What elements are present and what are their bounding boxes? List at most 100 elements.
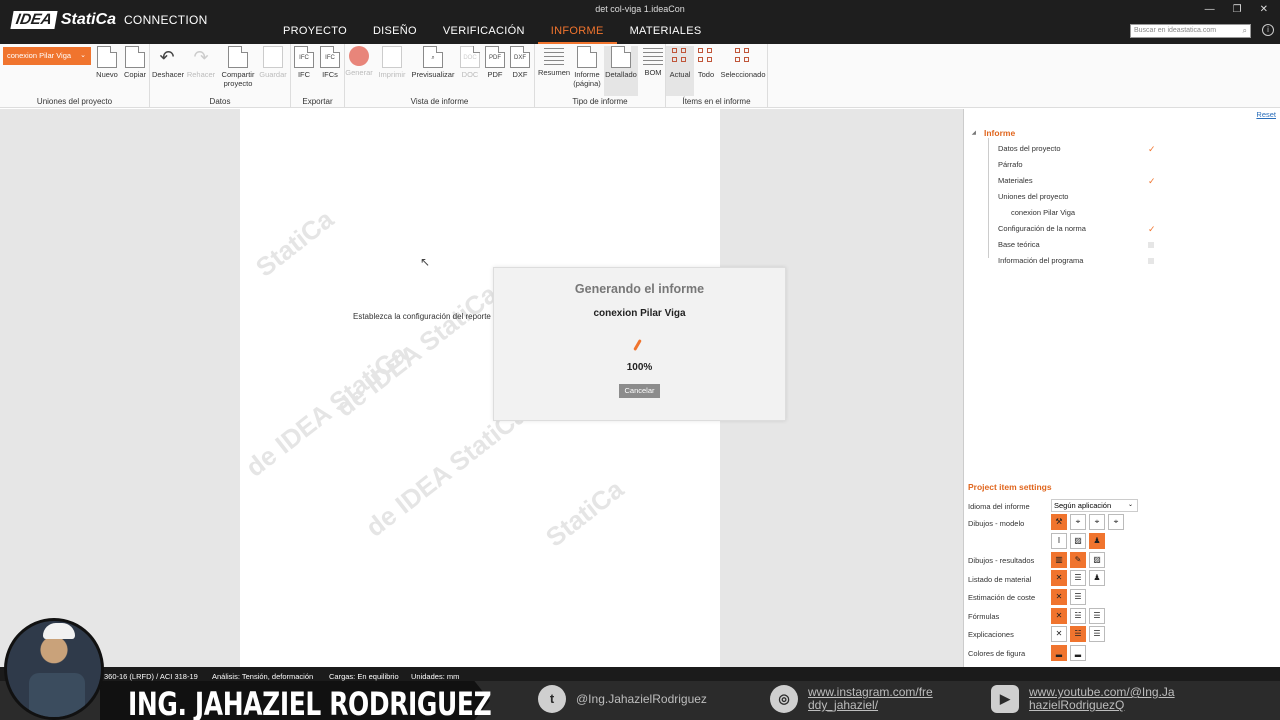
listado-material-label: Listado de material [968,575,1032,584]
cancel-button[interactable]: Cancelar [619,384,660,398]
language-select[interactable]: Según aplicación ⌄ [1051,499,1138,512]
image-icon[interactable]: ▨ [1070,533,1086,549]
tree-item-conexion[interactable]: conexion Pilar Viga [972,205,1172,221]
menu-diseno[interactable]: DISEÑO [360,24,430,44]
person-icon[interactable]: ♟ [1089,533,1105,549]
restore-icon[interactable]: ❐ [1233,4,1242,15]
redo-icon: ↷ [193,47,209,67]
results-edit-icon[interactable]: ✎ [1070,552,1086,568]
deshacer-button[interactable]: ↶ Deshacer [152,46,185,79]
page-report-icon [577,46,597,68]
new-icon [97,46,117,68]
checkbox-empty[interactable] [1148,242,1154,248]
menu-proyecto[interactable]: PROYECTO [270,24,360,44]
dialog-title: Generando el informe [574,282,705,296]
compartir-button[interactable]: Compartir proyecto [220,46,256,88]
copiar-button[interactable]: Copiar [120,46,150,79]
group-items: Actual Todo Seleccionado Ítems en el inf… [666,44,768,108]
none-x-icon[interactable]: ✕ [1051,608,1067,624]
connection-select[interactable]: conexion Pilar Viga ⌄ [3,47,91,65]
model-y-icon[interactable]: ⌖ [1089,514,1105,530]
tree-item-info-programa[interactable]: Información del programa [972,253,1172,269]
results-column-icon[interactable]: ▥ [1051,552,1067,568]
minimize-icon[interactable]: — [1205,4,1215,15]
instagram-text: www.instagram.com/fre ddy_jahaziel/ [808,686,933,712]
list-icon[interactable]: ☰ [1089,626,1105,642]
main-menu: PROYECTO DISEÑO VERIFICACIÓN INFORME MAT… [270,24,714,44]
report-settings-panel: Reset Informe Datos del proyecto ✓ Párraf… [963,109,1280,667]
none-x-icon[interactable]: ✕ [1051,626,1067,642]
menu-materiales[interactable]: MATERIALES [617,24,715,44]
status-loads: Cargas: En equilibrio [329,672,399,681]
table-icon[interactable]: ☰ [1070,570,1086,586]
print-icon [382,46,402,68]
checkbox-empty[interactable] [1148,258,1154,264]
person-icon[interactable]: ♟ [1089,570,1105,586]
color-bars-icon[interactable]: ▂ [1051,645,1067,661]
info-icon[interactable]: i [1262,24,1274,36]
twitter-handle[interactable]: t @Ing.JahazielRodriguez [538,685,707,713]
tree-root-informe[interactable]: Informe [972,125,1172,141]
nuevo-button[interactable]: Nuevo [92,46,122,79]
seleccionado-button[interactable]: Seleccionado [718,46,768,79]
product-name: CONNECTION [123,13,208,27]
imprimir-button[interactable]: Imprimir [377,46,407,79]
selected-items-icon [733,46,753,68]
youtube-link[interactable]: ▶ www.youtube.com/@Ing.Ja hazielRodriguez… [991,685,1175,713]
estimacion-coste-options: ✕ ☰ [1051,589,1086,605]
search-input[interactable]: Buscar en ideastatica.com ⌕ [1130,24,1251,38]
tree-item-parrafo[interactable]: Párrafo [972,157,1172,173]
watermark: de IDEA StatiCa [330,278,503,423]
actual-button[interactable]: Actual [666,46,694,96]
menu-verificacion[interactable]: VERIFICACIÓN [430,24,538,44]
group-datos: ↶ Deshacer ↷ Rehacer Compartir proyecto … [150,44,291,108]
short-list-icon[interactable]: ☱ [1070,626,1086,642]
generar-button[interactable]: Generar [344,46,374,77]
beam-icon[interactable]: I [1051,533,1067,549]
informe-pagina-button[interactable]: Informe (página) [572,46,602,88]
nuevo-label: Nuevo [96,70,118,79]
checkmark-icon[interactable]: ✓ [1148,141,1156,157]
model-3d-icon[interactable]: ⚒ [1051,514,1067,530]
search-placeholder: Buscar en ideastatica.com [1134,27,1217,34]
twitter-text: @Ing.JahazielRodriguez [576,691,707,706]
tree-item-datos-proyecto[interactable]: Datos del proyecto ✓ [972,141,1172,157]
bom-button[interactable]: BOM [638,46,668,77]
tree-item-config-norma[interactable]: Configuración de la norma ✓ [972,221,1172,237]
current-items-icon [670,46,690,68]
group-vista: Generar Imprimir ⌕ Previsualizar DOC DOC… [345,44,535,108]
detallado-button[interactable]: Detallado [604,46,638,96]
checkmark-icon[interactable]: ✓ [1148,221,1156,237]
model-x-icon[interactable]: ⌖ [1070,514,1086,530]
deshacer-label: Deshacer [152,70,185,79]
reset-link[interactable]: Reset [1256,110,1276,119]
gray-bars-icon[interactable]: ▂ [1070,645,1086,661]
todo-button[interactable]: Todo [691,46,721,79]
ifcs-button[interactable]: IFC IFCs [315,46,345,79]
tree-item-label: Información del programa [998,256,1084,265]
instagram-link[interactable]: ◎ www.instagram.com/fre ddy_jahaziel/ [770,685,933,713]
tree-item-base-teorica[interactable]: Base teórica [972,237,1172,253]
resumen-button[interactable]: Resumen [537,46,571,77]
short-list-icon[interactable]: ☱ [1070,608,1086,624]
rehacer-button[interactable]: ↷ Rehacer [186,46,216,79]
group-tipo: Resumen Informe (página) Detallado BOM T… [535,44,666,108]
save-icon [263,46,283,68]
previsualizar-button[interactable]: ⌕ Previsualizar [411,46,455,79]
menu-informe[interactable]: INFORME [537,24,617,44]
project-item-settings-title: Project item settings [968,482,1052,492]
dxf-button[interactable]: DXF DXF [505,46,535,79]
model-z-icon[interactable]: ⌖ [1108,514,1124,530]
search-icon[interactable]: ⌕ [1243,26,1247,36]
close-icon[interactable]: ✕ [1260,4,1268,15]
tree-item-materiales[interactable]: Materiales ✓ [972,173,1172,189]
results-image-icon[interactable]: ▨ [1089,552,1105,568]
guardar-button[interactable]: Guardar [258,46,288,79]
tree-item-uniones-proyecto[interactable]: Uniones del proyecto [972,189,1172,205]
list-icon[interactable]: ☰ [1089,608,1105,624]
checkmark-icon[interactable]: ✓ [1148,173,1156,189]
explicaciones-label: Explicaciones [968,630,1014,639]
list-icon[interactable]: ☰ [1070,589,1086,605]
none-x-icon[interactable]: ✕ [1051,570,1067,586]
none-x-icon[interactable]: ✕ [1051,589,1067,605]
